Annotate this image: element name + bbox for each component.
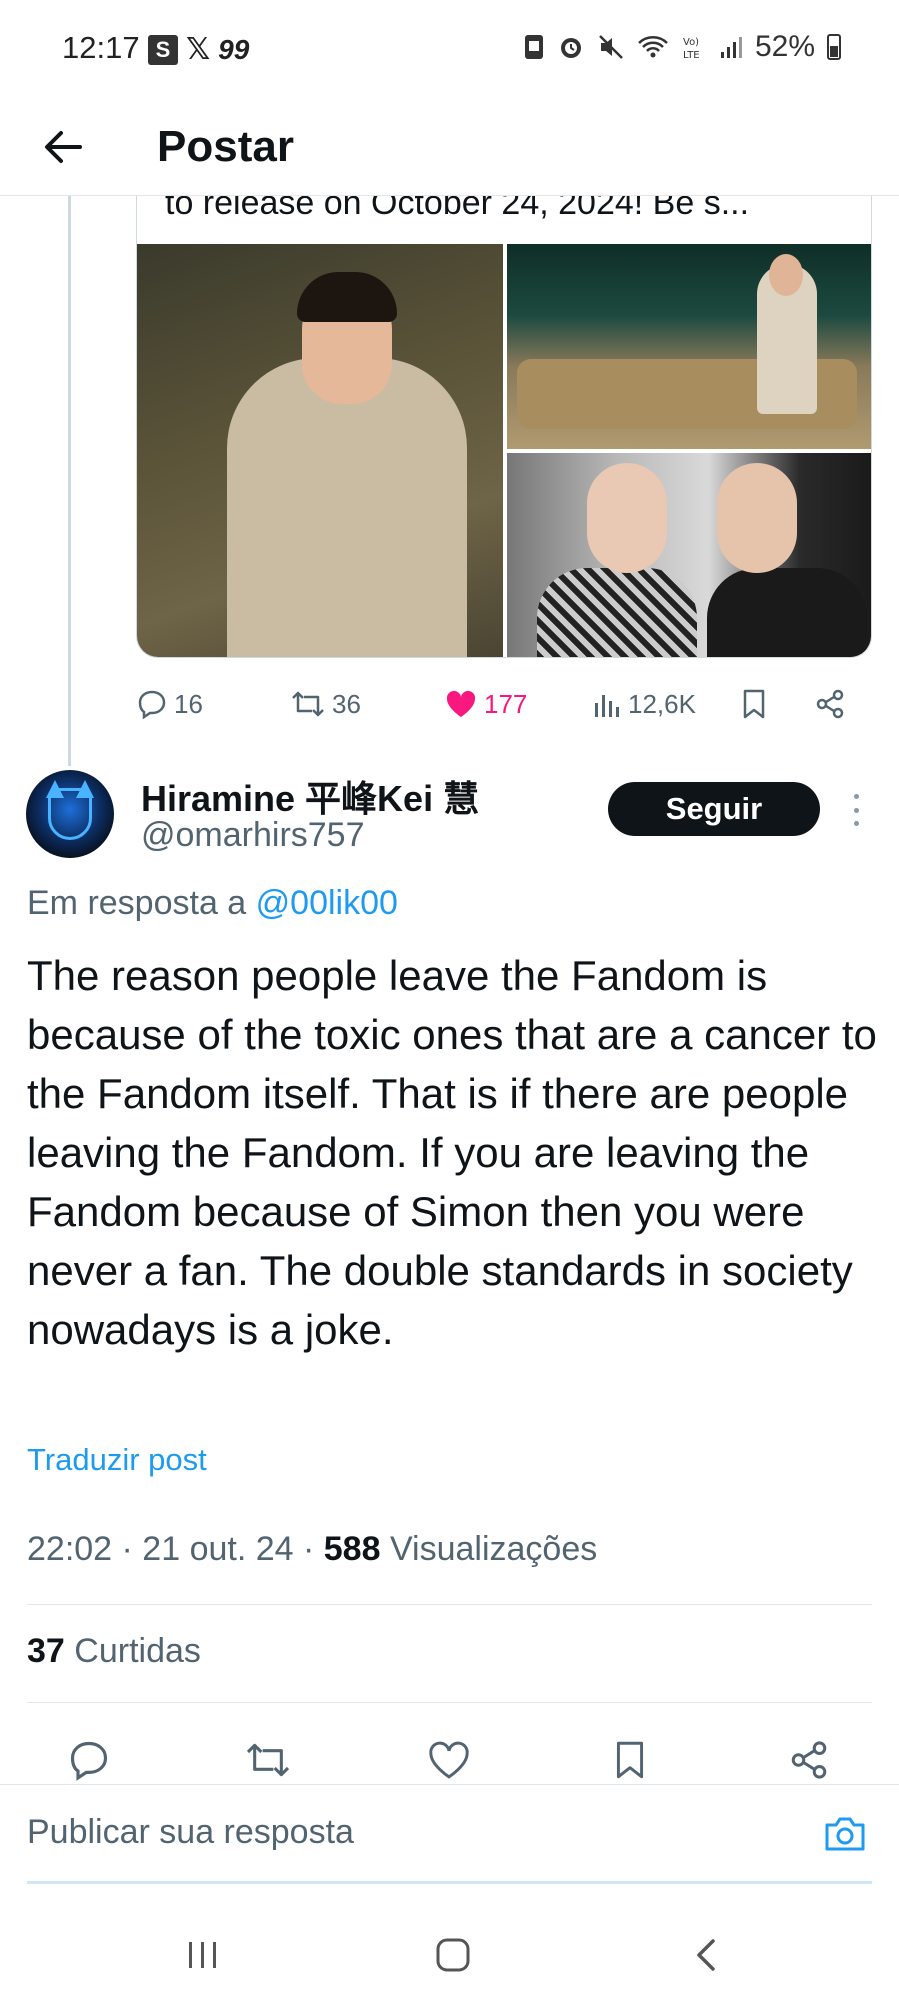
repost-button[interactable]	[244, 1736, 292, 1784]
media-photo-1[interactable]	[137, 244, 503, 657]
quoted-like-count: 177	[484, 688, 528, 719]
media-grid	[137, 244, 871, 657]
share-button[interactable]	[785, 1736, 833, 1784]
reply-prefix: Em resposta a	[27, 884, 247, 922]
x-app-icon: 𝕏	[186, 33, 211, 66]
quoted-views-button[interactable]: 12,6K	[592, 682, 696, 726]
recent-apps-icon	[189, 1942, 216, 1968]
reply-composer: Publicar sua resposta	[0, 1784, 899, 1884]
page-title: Postar	[157, 122, 294, 171]
likes-count: 37	[27, 1632, 65, 1670]
arrow-left-icon	[45, 131, 82, 163]
reply-mention-link[interactable]: @00lik00	[256, 884, 398, 922]
post-body: The reason people leave the Fandom is be…	[27, 952, 877, 1353]
back-button[interactable]	[38, 122, 88, 172]
quoted-post-actions: 16 36 177 12,6K	[136, 682, 872, 726]
media-photo-2[interactable]	[507, 244, 871, 449]
author-handle[interactable]: @omarhirs757	[141, 816, 365, 855]
divider	[27, 1604, 872, 1605]
svg-text:Vo): Vo)	[683, 37, 699, 48]
battery-percent: 52%	[754, 30, 815, 63]
battery-icon	[827, 34, 841, 60]
repost-icon	[292, 691, 324, 717]
compose-underline	[27, 1881, 872, 1884]
status-bar: 12:17 S 𝕏 99 Vo) LTE 52%	[0, 0, 899, 100]
system-icons: Vo) LTE 52%	[523, 30, 841, 64]
svg-text:LTE: LTE	[683, 50, 700, 61]
more-dot-icon	[853, 807, 859, 813]
thread-connector-line	[68, 196, 71, 766]
media-photo-3[interactable]	[507, 453, 871, 657]
like-button[interactable]	[425, 1736, 473, 1784]
system-navigation-bar	[0, 1900, 899, 2000]
s-app-icon: S	[148, 34, 178, 65]
recent-apps-button[interactable]	[178, 1930, 228, 1980]
views-count: 588	[323, 1530, 381, 1568]
reply-button[interactable]	[65, 1736, 113, 1784]
mute-icon	[599, 35, 623, 59]
more-options-button[interactable]	[846, 790, 866, 830]
quoted-repost-count: 36	[332, 688, 361, 719]
reply-icon	[70, 1741, 108, 1781]
reply-icon	[138, 690, 166, 720]
system-back-button[interactable]	[680, 1930, 730, 1980]
quoted-like-button[interactable]: 177	[444, 682, 527, 726]
alarm-icon	[560, 38, 581, 58]
share-icon	[816, 689, 844, 719]
likes-summary[interactable]: 37 Curtidas	[27, 1632, 201, 1671]
translate-post-link[interactable]: Traduzir post	[27, 1442, 207, 1478]
quoted-bookmark-button[interactable]	[740, 682, 768, 726]
bookmark-button[interactable]	[606, 1736, 654, 1784]
avatar[interactable]	[26, 770, 114, 858]
camera-icon	[825, 1817, 865, 1851]
reply-context: Em resposta a @00lik00	[27, 884, 398, 923]
more-dot-icon	[853, 794, 859, 799]
views-chart-icon	[595, 695, 619, 717]
notification-icons: S 𝕏 99	[148, 32, 249, 67]
volte-icon: Vo) LTE	[683, 37, 700, 61]
heart-filled-icon	[446, 690, 476, 717]
views-label: Visualizações	[389, 1530, 598, 1568]
quoted-reply-button[interactable]: 16	[136, 682, 203, 726]
heart-icon	[429, 1741, 469, 1779]
home-icon	[436, 1938, 470, 1972]
screenshot-icon	[524, 35, 543, 59]
quoted-views-count: 12,6K	[628, 688, 696, 719]
status-time: 12:17	[62, 30, 140, 65]
quoted-repost-button[interactable]: 36	[290, 682, 361, 726]
signal-icon	[720, 37, 742, 58]
camera-button[interactable]	[820, 1809, 870, 1859]
quoted-share-button[interactable]	[814, 682, 846, 726]
reply-input[interactable]: Publicar sua resposta	[27, 1813, 354, 1852]
quoted-reply-count: 16	[174, 688, 203, 719]
wifi-icon	[638, 36, 668, 58]
post-timestamp[interactable]: 22:02 · 21 out. 24 ·	[27, 1530, 314, 1568]
bookmark-icon	[616, 1741, 644, 1779]
repost-icon	[246, 1743, 290, 1777]
quoted-post-text: to release on October 24, 2024! Be s...	[165, 196, 750, 222]
post-metadata: 22:02 · 21 out. 24 · 588 Visualizações	[27, 1530, 597, 1569]
more-dot-icon	[853, 821, 859, 826]
follow-button[interactable]: Seguir	[608, 782, 820, 836]
app-99-icon: 99	[218, 33, 250, 65]
chevron-left-icon	[697, 1939, 715, 1971]
top-app-bar: Postar	[0, 100, 899, 196]
share-icon	[791, 1741, 827, 1779]
author-display-name[interactable]: Hiramine 平峰Kei 慧	[141, 770, 479, 822]
home-button[interactable]	[428, 1930, 478, 1980]
quoted-post-card[interactable]: to release on October 24, 2024! Be s...	[136, 196, 872, 658]
bookmark-icon	[743, 689, 765, 719]
likes-label: Curtidas	[74, 1632, 201, 1670]
